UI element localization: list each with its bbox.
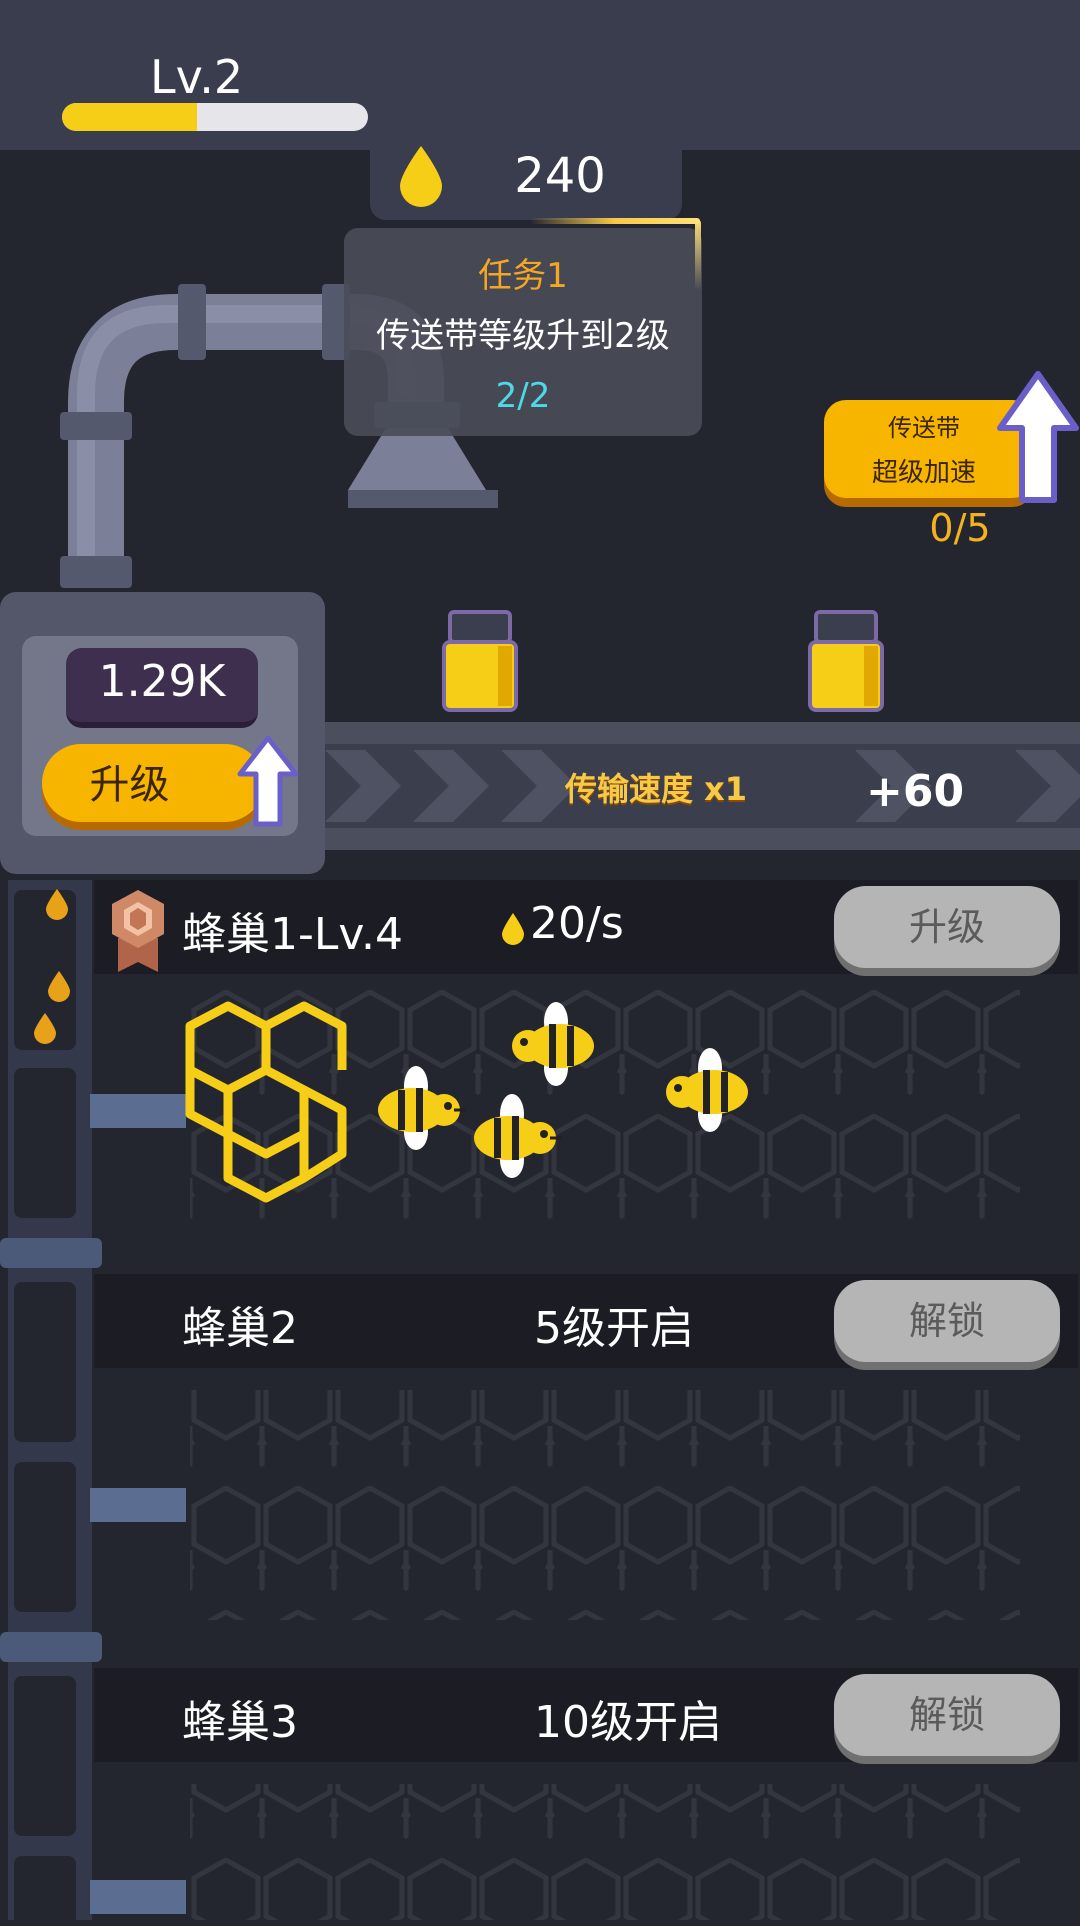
- hive-1-name: 蜂巢1-Lv.4: [182, 909, 403, 960]
- honeycomb-icon: [185, 1001, 347, 1203]
- quest-description: 传送带等级升到2级: [376, 316, 670, 356]
- honey-drop-icon: [48, 971, 70, 1002]
- boost-label-line1: 传送带: [888, 414, 960, 442]
- conveyor-rail: [325, 722, 1080, 744]
- quest-sparkle: [530, 218, 700, 224]
- pipe-segment: [14, 1462, 76, 1612]
- bee-icon: [666, 1048, 748, 1132]
- honey-jar-icon: [442, 610, 518, 712]
- conveyor-speed-label: 传输速度 x1: [565, 770, 748, 808]
- quest-title: 任务1: [478, 256, 568, 296]
- boost-count: 0/5: [929, 506, 991, 550]
- xp-progress-bar: [62, 103, 368, 131]
- pipe-segment: [14, 1068, 76, 1218]
- hive-1-rate: 20/s: [530, 898, 624, 949]
- bee-icon: [378, 1066, 466, 1150]
- hive-feed-pipe: [90, 1094, 186, 1128]
- honey-jar-icon: [808, 610, 884, 712]
- hive-feed-pipe: [90, 1488, 186, 1522]
- up-arrow-icon: [997, 371, 1079, 503]
- honey-drop-icon: [400, 146, 442, 207]
- hive-2-unlock-label: 解锁: [908, 1299, 985, 1343]
- xp-progress-fill: [62, 103, 197, 131]
- hive-2-name: 蜂巢2: [182, 1303, 298, 1354]
- pipe-clamp: [0, 1238, 102, 1268]
- hive-feed-pipe: [90, 1880, 186, 1914]
- pipe-segment: [14, 1282, 76, 1442]
- factory-upgrade-label: 升级: [89, 762, 170, 808]
- hive-2-unlock-requirement: 5级开启: [534, 1303, 694, 1354]
- player-level: Lv.2: [150, 50, 244, 104]
- hive-3-unlock-requirement: 10级开启: [534, 1697, 722, 1748]
- quest-progress: 2/2: [495, 376, 551, 416]
- honey-drop-icon: [502, 913, 524, 945]
- pipe-clamp: [0, 1632, 102, 1662]
- bee-icon: [474, 1094, 562, 1178]
- pipe-segment: [14, 1856, 76, 1926]
- hive-3-name: 蜂巢3: [182, 1697, 298, 1748]
- conveyor-bonus: +60: [866, 766, 965, 817]
- up-arrow-icon: [237, 735, 299, 827]
- honey-count: 240: [514, 148, 606, 204]
- hive-3-unlock-label: 解锁: [908, 1693, 985, 1737]
- bee-icon: [512, 1002, 594, 1086]
- honey-drop-icon: [34, 1013, 56, 1044]
- pipe-segment: [14, 1676, 76, 1836]
- honey-drop-icon: [46, 889, 68, 920]
- conveyor-rail: [325, 828, 1080, 850]
- honey-storage-value: 1.29K: [98, 656, 226, 707]
- hive-1-upgrade-label: 升级: [908, 905, 985, 949]
- bronze-medal-icon: [112, 890, 164, 972]
- boost-label-line2: 超级加速: [871, 458, 976, 488]
